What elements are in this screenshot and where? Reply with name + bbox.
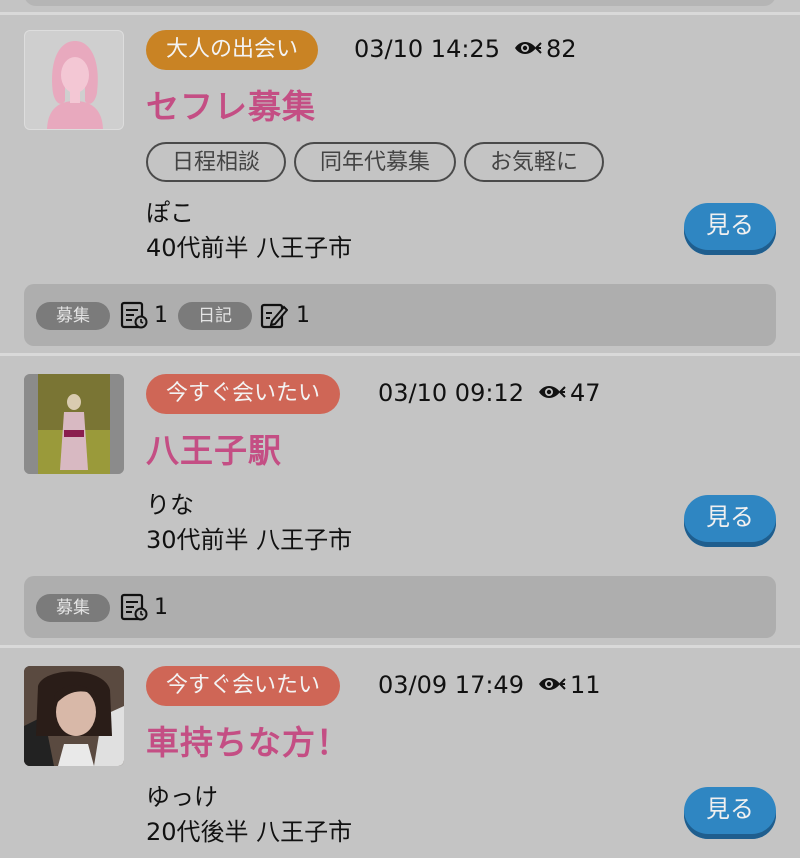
recruit-document-icon <box>120 593 148 621</box>
recruit-label: 募集 <box>36 594 110 622</box>
divider <box>0 645 800 648</box>
user-profile: 30代前半 八王子市 <box>146 526 353 554</box>
post-datetime: 03/10 09:12 <box>378 379 524 407</box>
view-button[interactable]: 見る <box>684 203 776 255</box>
post-datetime: 03/10 14:25 <box>354 35 500 63</box>
diary-label: 日記 <box>178 302 252 330</box>
divider <box>0 353 800 356</box>
category-badge: 大人の出会い <box>146 30 319 70</box>
diary-count: 1 <box>296 303 310 328</box>
divider <box>0 12 800 15</box>
avatar-photo[interactable] <box>24 666 124 766</box>
view-button[interactable]: 見る <box>684 787 776 839</box>
user-name: ぽこ <box>146 199 194 227</box>
post-datetime: 03/09 17:49 <box>378 671 524 699</box>
category-badge: 今すぐ会いたい <box>146 666 341 706</box>
eye-icon <box>514 42 542 54</box>
recruit-count: 1 <box>154 595 168 620</box>
tag-list: 日程相談 同年代募集 お気軽に <box>146 142 605 182</box>
previous-post-stats-edge <box>24 0 776 6</box>
avatar-photo[interactable] <box>24 374 124 474</box>
view-count: 82 <box>545 35 577 63</box>
tag: 日程相談 <box>146 142 287 182</box>
post-meta: 03/10 09:12 47 <box>378 373 601 413</box>
post-stats-bar: 募集 1 日記 1 <box>24 284 776 346</box>
recruit-count: 1 <box>154 303 168 328</box>
user-profile: 40代前半 八王子市 <box>146 234 353 262</box>
user-name: りな <box>146 491 194 519</box>
category-badge: 今すぐ会いたい <box>146 374 341 414</box>
tag: お気軽に <box>464 142 605 182</box>
view-count: 47 <box>569 379 601 407</box>
post-title[interactable]: 車持ちな方！ <box>146 716 350 764</box>
view-button[interactable]: 見る <box>684 495 776 547</box>
recruit-label: 募集 <box>36 302 110 330</box>
post-title[interactable]: セフレ募集 <box>146 80 316 128</box>
eye-icon <box>538 386 566 398</box>
tag: 同年代募集 <box>294 142 457 182</box>
female-silhouette-icon <box>47 41 103 129</box>
user-photo-image <box>24 374 124 474</box>
post-stats-bar: 募集 1 <box>24 576 776 638</box>
user-photo-image <box>24 666 124 766</box>
user-profile: 20代後半 八王子市 <box>146 818 353 846</box>
recruit-document-icon <box>120 301 148 329</box>
post-meta: 03/10 14:25 82 <box>354 29 577 69</box>
post-title[interactable]: 八王子駅 <box>146 424 282 472</box>
diary-edit-icon <box>260 303 288 329</box>
post-meta: 03/09 17:49 11 <box>378 665 601 705</box>
avatar-placeholder[interactable] <box>24 30 124 130</box>
view-count: 11 <box>569 671 601 699</box>
user-name: ゆっけ <box>146 783 218 811</box>
eye-icon <box>538 678 566 690</box>
